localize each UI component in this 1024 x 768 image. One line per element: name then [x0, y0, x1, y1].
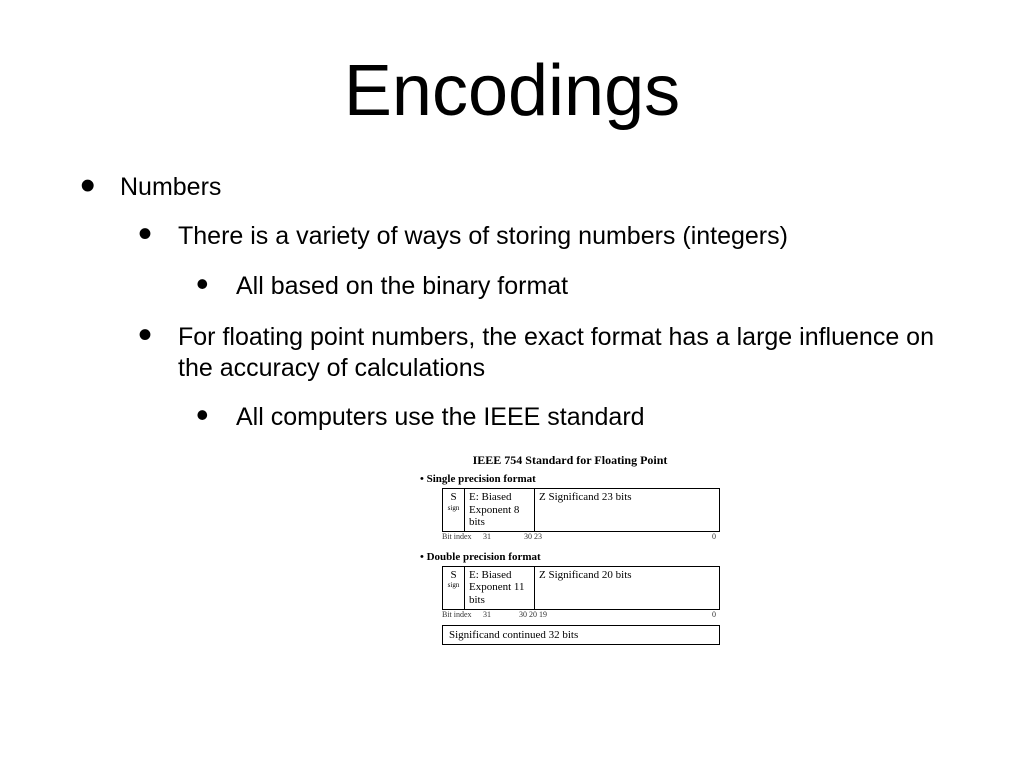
diagram-title: IEEE 754 Standard for Floating Point — [420, 454, 720, 468]
cell-sign: Ssign — [443, 489, 465, 531]
significand-continued: Significand continued 32 bits — [442, 625, 720, 646]
double-precision-table: Ssign E: Biased Exponent 11 bits Z Signi… — [442, 566, 720, 610]
slide-title: Encodings — [0, 0, 1024, 132]
bullet-text: There is a variety of ways of storing nu… — [178, 222, 788, 250]
cell-sign: Ssign — [443, 567, 465, 609]
bullet-variety: There is a variety of ways of storing nu… — [138, 221, 964, 302]
slide-body: Numbers There is a variety of ways of st… — [0, 132, 1024, 434]
single-precision-label: Single precision format — [420, 473, 720, 486]
double-precision-label: Double precision format — [420, 551, 720, 564]
bullet-floating: For floating point numbers, the exact fo… — [138, 322, 964, 434]
cell-significand: Z Significand 20 bits — [535, 567, 719, 609]
single-bit-index: Bit index 31 30 23 0 — [442, 532, 720, 541]
bullet-text: Numbers — [120, 173, 221, 201]
bullet-numbers: Numbers There is a variety of ways of st… — [80, 172, 964, 434]
bullet-text: For floating point numbers, the exact fo… — [178, 323, 934, 382]
bullet-text: All computers use the IEEE standard — [236, 403, 645, 431]
cell-exponent: E: Biased Exponent 8 bits — [465, 489, 535, 531]
cell-significand: Z Significand 23 bits — [535, 489, 719, 531]
bullet-text: All based on the binary format — [236, 272, 568, 300]
bullet-ieee: All computers use the IEEE standard — [196, 402, 964, 433]
cell-exponent: E: Biased Exponent 11 bits — [465, 567, 535, 609]
ieee-diagram: IEEE 754 Standard for Floating Point Sin… — [420, 454, 720, 646]
bullet-binary: All based on the binary format — [196, 271, 964, 302]
single-precision-table: Ssign E: Biased Exponent 8 bits Z Signif… — [442, 488, 720, 532]
double-bit-index: Bit index 31 30 20 19 0 — [442, 610, 720, 619]
